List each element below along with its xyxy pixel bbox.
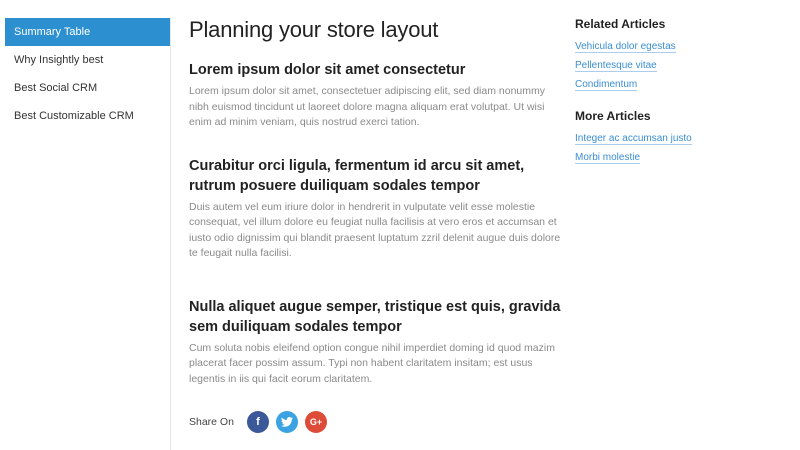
article-section: Lorem ipsum dolor sit amet consectetur L…: [189, 60, 561, 131]
main-content: Planning your store layout Lorem ipsum d…: [189, 16, 561, 433]
section-body: Lorem ipsum dolor sit amet, consectetuer…: [189, 85, 545, 128]
sidebar-item-why-insightly-best[interactable]: Why Insightly best: [5, 46, 170, 74]
facebook-icon[interactable]: f: [246, 411, 269, 433]
sidebar-list: Summary Table Why Insightly best Best So…: [5, 18, 170, 130]
right-sidebar: Related Articles Vehicula dolor egestas …: [575, 16, 785, 166]
section-heading: Nulla aliquet augue semper, tristique es…: [189, 298, 561, 335]
related-articles-list: Vehicula dolor egestas Pellentesque vita…: [575, 36, 785, 93]
list-item: Integer ac accumsan justo: [575, 128, 785, 147]
article-section: Curabitur orci ligula, fermentum id arcu…: [189, 156, 561, 262]
list-item: Vehicula dolor egestas: [575, 36, 785, 55]
section-body: Duis autem vel eum iriure dolor in hendr…: [189, 200, 561, 260]
sidebar-item-best-social-crm[interactable]: Best Social CRM: [5, 74, 170, 102]
share-bar: Share On f G+: [189, 411, 561, 433]
page-title: Planning your store layout: [189, 17, 439, 42]
more-articles-title: More Articles: [575, 109, 651, 123]
more-link[interactable]: Integer ac accumsan justo: [575, 133, 692, 145]
sidebar-item-summary-table[interactable]: Summary Table: [5, 18, 170, 46]
sidebar: Summary Table Why Insightly best Best So…: [5, 18, 171, 450]
section-heading: Lorem ipsum dolor sit amet consectetur: [189, 62, 466, 78]
list-item: Morbi molestie: [575, 147, 785, 166]
related-articles: Related Articles Vehicula dolor egestas …: [575, 16, 785, 93]
section-body: Cum soluta nobis eleifend option congue …: [189, 341, 555, 385]
twitter-icon[interactable]: [275, 411, 298, 433]
more-articles: More Articles Integer ac accumsan justo …: [575, 108, 785, 166]
related-link[interactable]: Pellentesque vitae: [575, 60, 657, 72]
twitter-bird-icon: [280, 417, 293, 427]
list-item: Condimentum: [575, 74, 785, 93]
google-plus-icon[interactable]: G+: [304, 411, 327, 433]
more-link[interactable]: Morbi molestie: [575, 152, 641, 164]
related-link[interactable]: Condimentum: [575, 79, 638, 91]
sidebar-item-best-customizable-crm[interactable]: Best Customizable CRM: [5, 102, 170, 130]
related-articles-title: Related Articles: [575, 17, 666, 31]
related-link[interactable]: Vehicula dolor egestas: [575, 41, 676, 53]
share-label: Share On: [189, 416, 234, 428]
section-heading: Curabitur orci ligula, fermentum id arcu…: [189, 157, 525, 194]
article-section: Nulla aliquet augue semper, tristique es…: [189, 297, 561, 388]
more-articles-list: Integer ac accumsan justo Morbi molestie: [575, 128, 785, 166]
list-item: Pellentesque vitae: [575, 55, 785, 74]
